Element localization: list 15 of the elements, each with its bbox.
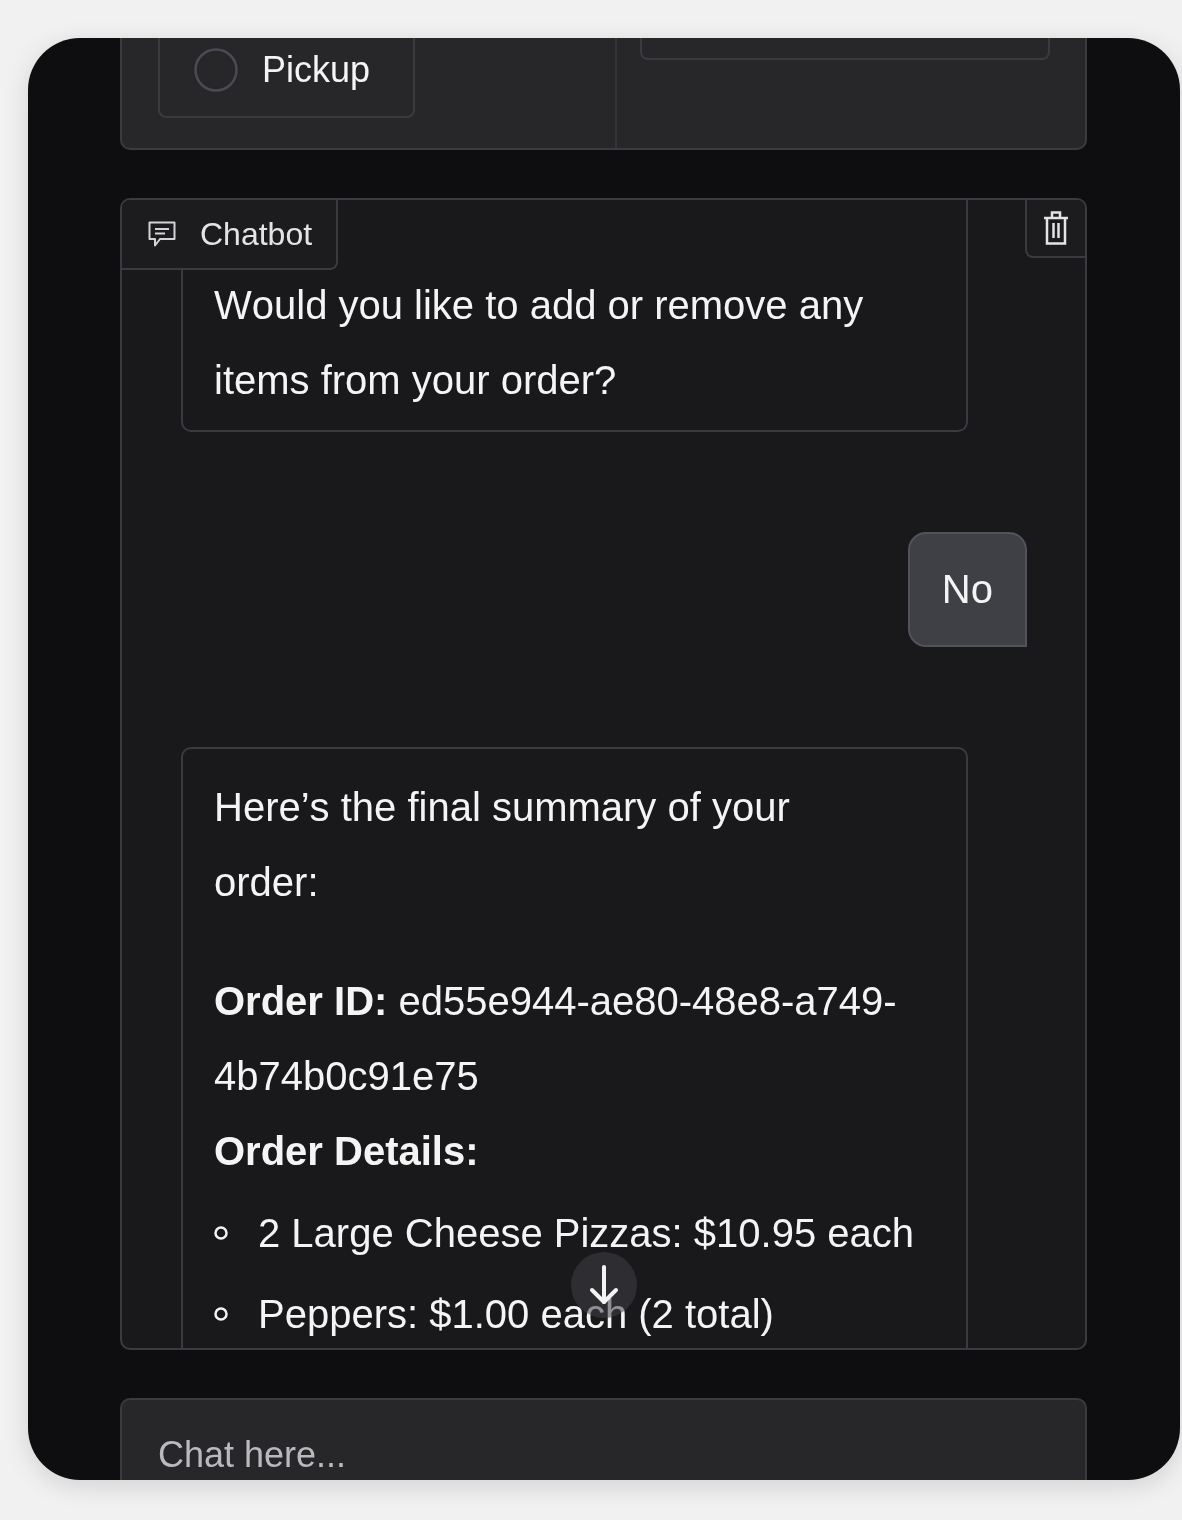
bullet-icon xyxy=(214,1225,228,1240)
message-text: Order ID: ed55e944-ae80-48e8-a749-4b74b0c91e75 xyxy=(214,978,898,1100)
list-item-text: 2 Large Cheese Pizzas: $10.95 each xyxy=(258,1209,914,1256)
user-message: No xyxy=(907,532,1027,647)
message-text: Would you like to add or remove any items from your order? xyxy=(214,282,865,404)
bullet-icon xyxy=(214,1306,228,1321)
delete-button[interactable] xyxy=(1025,200,1085,258)
chat-icon xyxy=(148,221,176,247)
panel-label-text: Chatbot xyxy=(200,215,313,253)
list-item-text: Peppers: $1.00 each (2 total) xyxy=(258,1290,774,1337)
trash-icon xyxy=(1043,211,1069,245)
chat-input[interactable]: Chat here... xyxy=(120,1398,1087,1480)
message-text: Here’s the final summary of your order: xyxy=(214,784,791,906)
message-heading: Order Details: xyxy=(214,1128,480,1175)
radio-option[interactable]: Pickup xyxy=(158,38,415,118)
